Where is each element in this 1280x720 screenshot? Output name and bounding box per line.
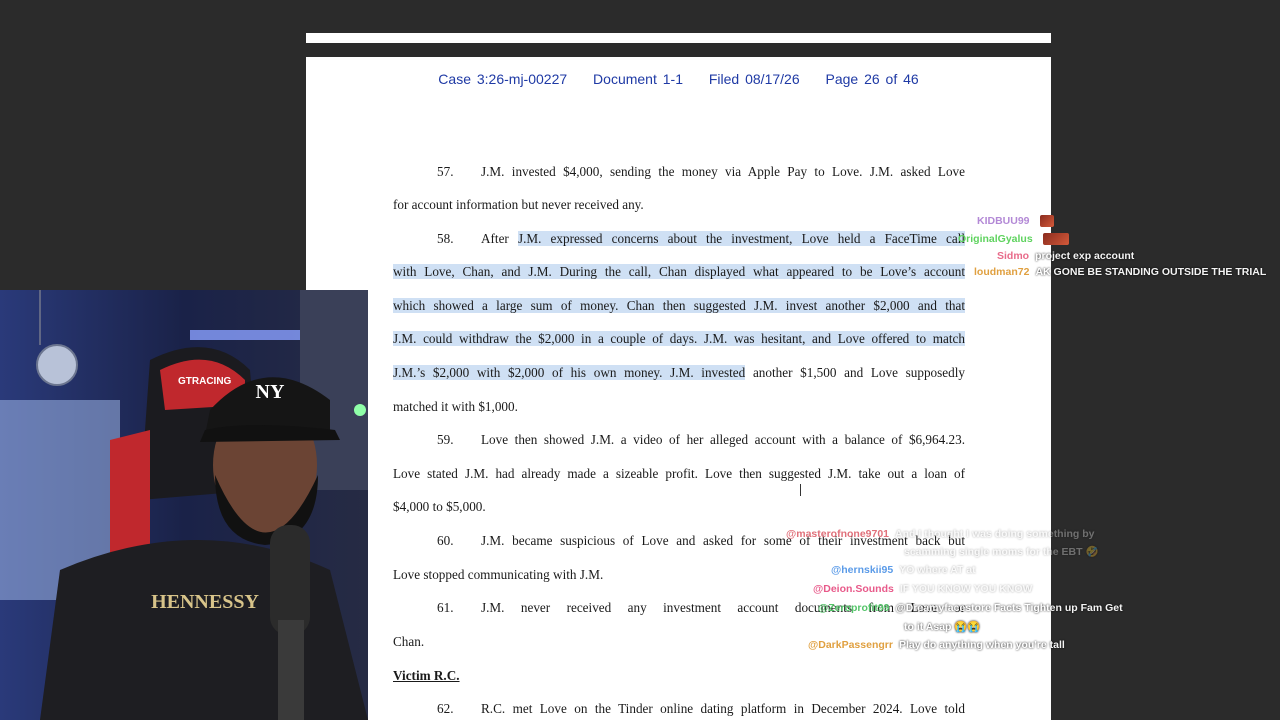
paragraph-line: 57. J.M. invested $4,000, sending the mon… xyxy=(437,164,965,179)
paragraph-line: 58. After J.M. expressed concerns about t… xyxy=(437,231,965,246)
chat-message: KIDBUU99 xyxy=(977,215,1054,228)
chat-message: Sidmo project exp account xyxy=(997,250,1135,262)
paragraph-line: J.M.’s $2,000 with $2,000 of his own mon… xyxy=(393,365,965,380)
section-heading: Victim R.C. xyxy=(393,668,460,683)
chat-message: @DarkPassengrr Play do anything when you'… xyxy=(808,639,1065,651)
page-number: Page 26 of 46 xyxy=(825,71,919,87)
paragraph-line: Love stated J.M. had already made a size… xyxy=(393,466,965,481)
previous-page-edge xyxy=(306,33,1051,43)
selected-text: which showed a large sum of money. Chan … xyxy=(393,298,965,313)
paragraph-line: with Love, Chan, and J.M. During the cal… xyxy=(393,262,965,282)
streamer-webcam-image: GTRACING NY HENNESSY xyxy=(0,290,368,720)
chat-message: @masterofnone9701 And I thought I was doi… xyxy=(786,528,1095,540)
paragraph-line: J.M. could withdraw the $2,000 in a coup… xyxy=(393,329,965,349)
chat-message: @Zeroprofit99 @Dreamyfacestore Facts Tigh… xyxy=(818,602,1123,614)
chat-message-continued: to it Asap 😭😭 xyxy=(904,621,981,633)
paragraph-line: 59. Love then showed J.M. a video of her … xyxy=(437,432,965,447)
selected-text: J.M.’s $2,000 with $2,000 of his own mon… xyxy=(393,365,746,380)
paragraph-line: which showed a large sum of money. Chan … xyxy=(393,296,965,316)
svg-text:GTRACING: GTRACING xyxy=(178,376,232,387)
webcam-overlay: GTRACING NY HENNESSY xyxy=(0,290,368,720)
document-number: Document 1-1 xyxy=(593,71,683,87)
chat-message: @Deion.Sounds IF YOU KNOW YOU KNOW xyxy=(813,583,1033,595)
case-number: Case 3:26-mj-00227 xyxy=(438,71,568,87)
avatar xyxy=(1042,233,1069,246)
chat-message: OriginalGyalus xyxy=(958,233,1069,246)
filed-date: Filed 08/17/26 xyxy=(708,71,800,87)
selected-text: with Love, Chan, and J.M. During the cal… xyxy=(393,264,965,279)
paragraph-line: 62. R.C. met Love on the Tinder online da… xyxy=(437,701,965,716)
svg-text:NY: NY xyxy=(256,381,285,403)
selected-text: J.M. expressed concerns about the invest… xyxy=(517,231,965,246)
paragraph-line: $4,000 to $5,000. xyxy=(393,499,486,514)
chat-message: loudman72 AK GONE BE STANDING OUTSIDE THE… xyxy=(974,266,1267,278)
avatar xyxy=(1039,215,1054,228)
page-header: Case 3:26-mj-00227 Document 1-1 Filed 08… xyxy=(306,71,1051,87)
chat-message: @hernskii95 YO where AT at xyxy=(831,564,976,576)
paragraph-line: for account information but never receiv… xyxy=(393,197,644,212)
chat-message-continued: scamming single moms for the EBT 🤣 xyxy=(904,546,1099,558)
paragraph-line: matched it with $1,000. xyxy=(393,399,518,414)
selected-text: J.M. could withdraw the $2,000 in a coup… xyxy=(393,331,965,346)
svg-text:HENNESSY: HENNESSY xyxy=(151,591,259,613)
text-cursor-icon xyxy=(800,484,801,496)
